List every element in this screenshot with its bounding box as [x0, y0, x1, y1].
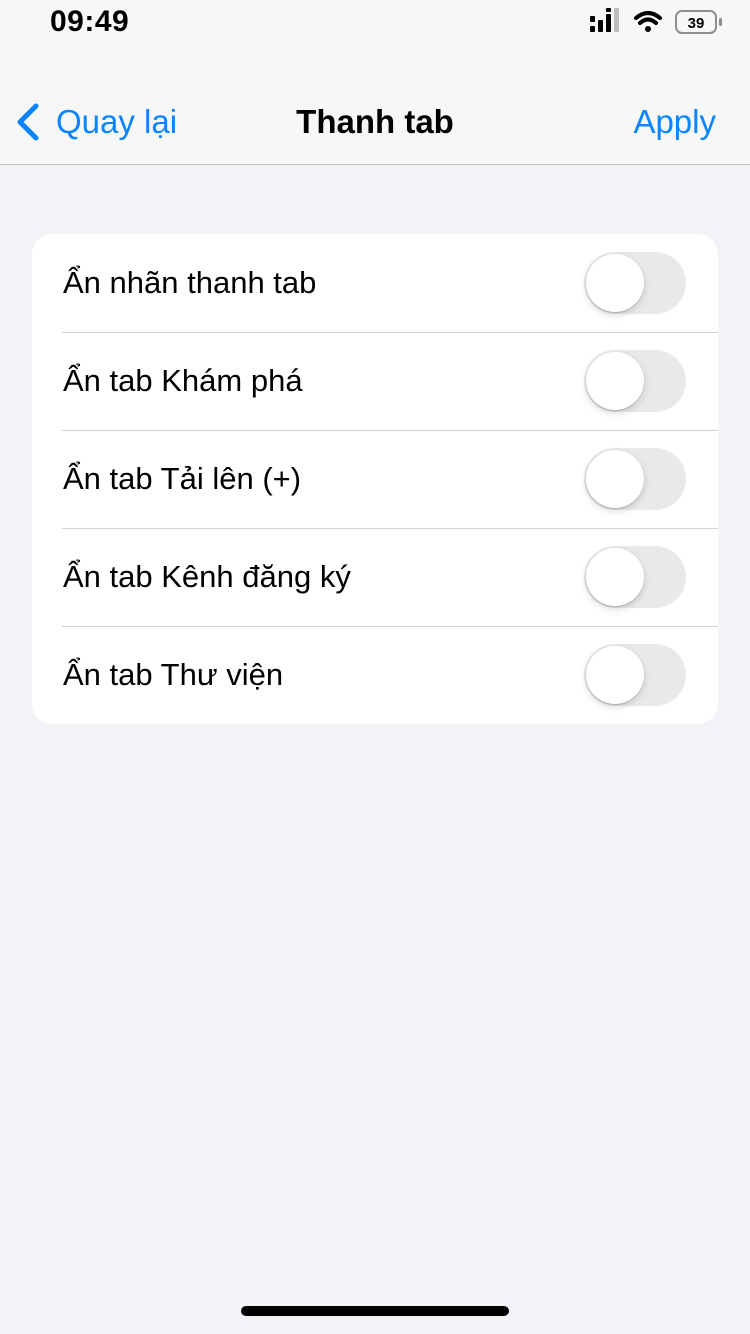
status-icons-svg: 39 — [590, 8, 722, 34]
setting-row-hide-library-tab: Ẩn tab Thư viện — [32, 626, 718, 724]
setting-label: Ẩn tab Kênh đăng ký — [63, 559, 351, 594]
toggle-knob — [586, 254, 644, 312]
toggle-knob — [586, 352, 644, 410]
setting-row-hide-tab-labels: Ẩn nhãn thanh tab — [32, 234, 718, 332]
setting-row-hide-subscriptions-tab: Ẩn tab Kênh đăng ký — [32, 528, 718, 626]
toggle-knob — [586, 646, 644, 704]
apply-button[interactable]: Apply — [633, 102, 716, 142]
wifi-icon — [634, 11, 662, 32]
hide-upload-tab-toggle[interactable] — [584, 448, 686, 510]
status-icons: 39 — [550, 0, 750, 50]
setting-row-hide-explore-tab: Ẩn tab Khám phá — [32, 332, 718, 430]
navigation-bar: Quay lại Thanh tab Apply — [0, 50, 750, 165]
toggle-knob — [586, 548, 644, 606]
hide-explore-tab-toggle[interactable] — [584, 350, 686, 412]
hide-library-tab-toggle[interactable] — [584, 644, 686, 706]
hide-subscriptions-tab-toggle[interactable] — [584, 546, 686, 608]
status-bar: 09:49 39 — [0, 0, 750, 50]
battery-level: 39 — [688, 15, 705, 32]
home-indicator[interactable] — [241, 1306, 509, 1316]
setting-row-hide-upload-tab: Ẩn tab Tải lên (+) — [32, 430, 718, 528]
toggle-knob — [586, 450, 644, 508]
setting-label: Ẩn tab Thư viện — [63, 657, 284, 692]
hide-tab-labels-toggle[interactable] — [584, 252, 686, 314]
setting-label: Ẩn tab Khám phá — [63, 363, 303, 398]
battery-icon: 39 — [675, 10, 722, 34]
status-time: 09:49 — [50, 5, 130, 38]
settings-list: Ẩn nhãn thanh tab Ẩn tab Khám phá Ẩn tab… — [32, 234, 718, 724]
cellular-signal-icon — [590, 8, 619, 32]
setting-label: Ẩn tab Tải lên (+) — [63, 461, 302, 496]
setting-label: Ẩn nhãn thanh tab — [63, 265, 317, 300]
